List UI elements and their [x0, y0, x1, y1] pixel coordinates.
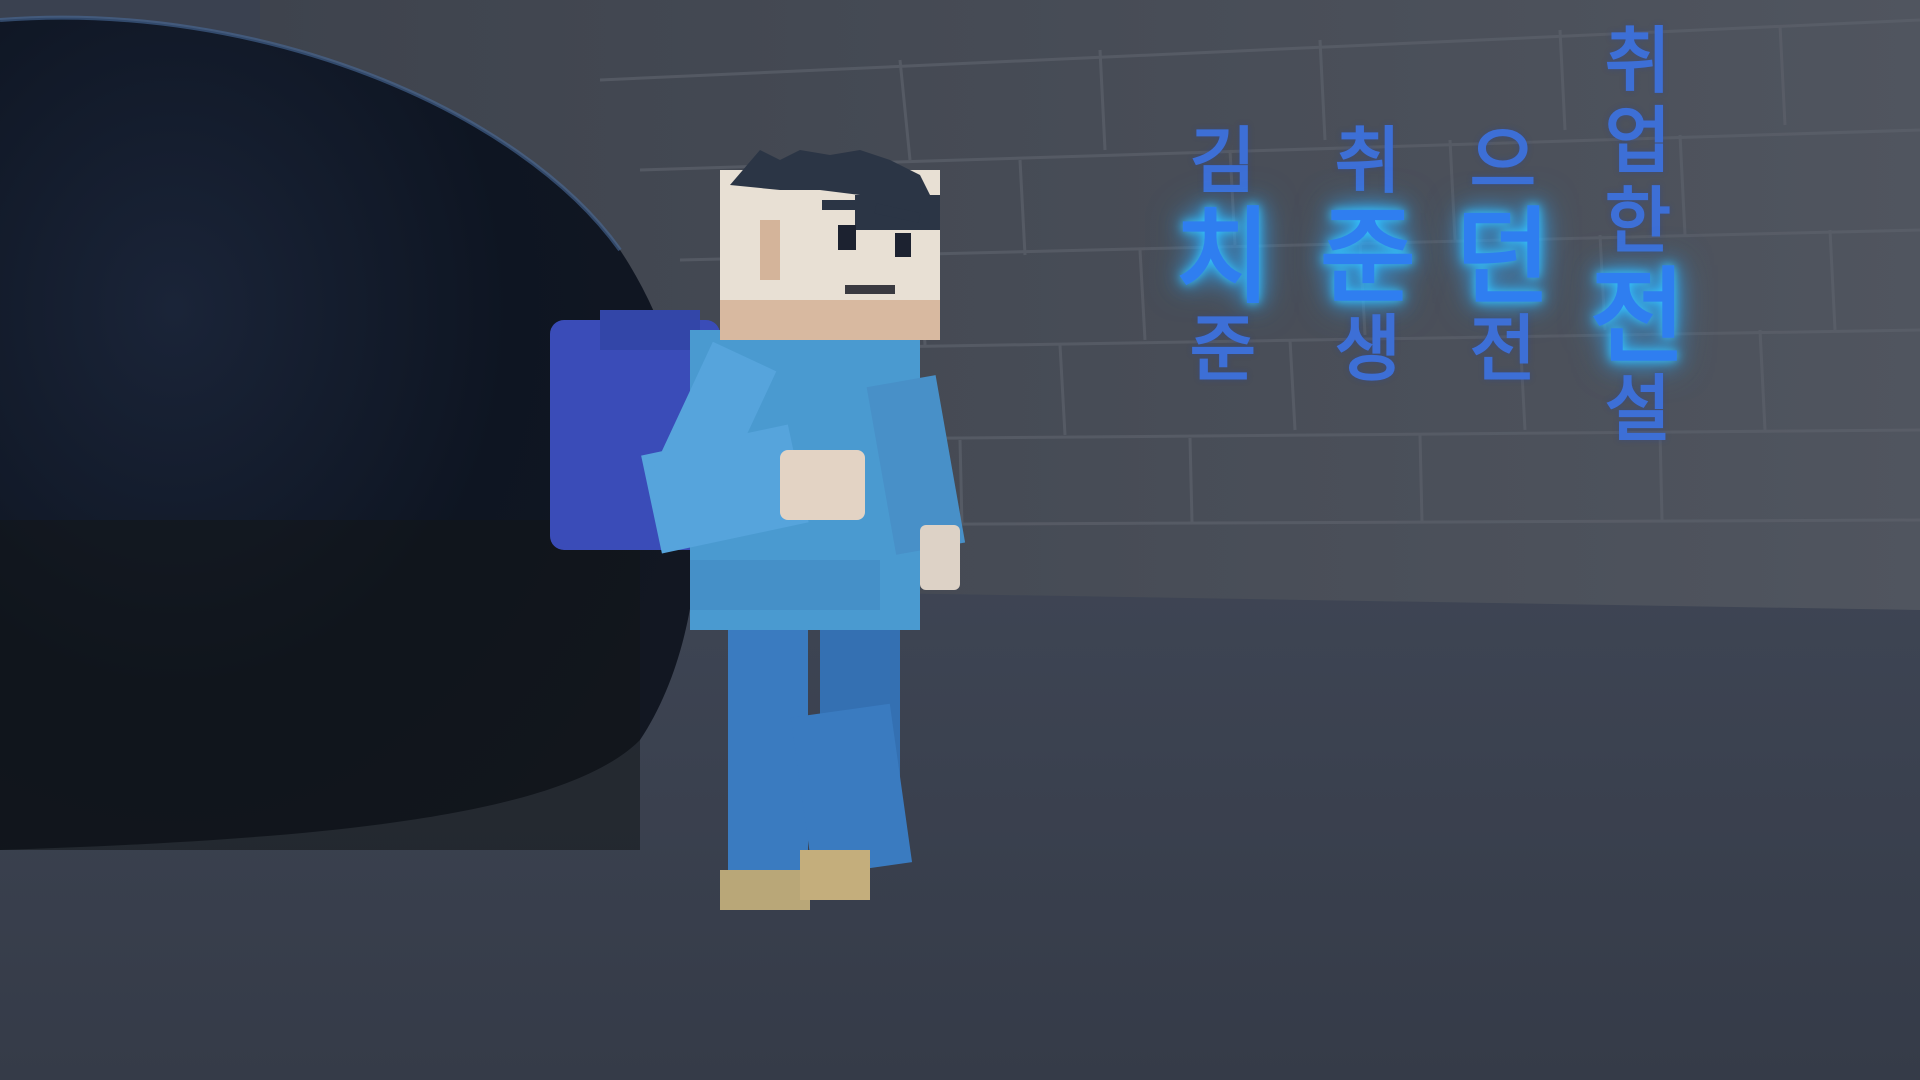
left-hand	[780, 450, 865, 520]
title-column-3: 으던전	[1455, 125, 1551, 393]
left-shoe	[720, 870, 810, 910]
title-char: 준	[1320, 196, 1416, 318]
right-hand	[920, 525, 960, 590]
title-char: 던	[1455, 196, 1551, 318]
title-char: 김	[1189, 119, 1256, 203]
title-char: 전	[1469, 307, 1536, 391]
title-char: 으	[1469, 119, 1536, 203]
title-char: 치	[1175, 196, 1271, 318]
title-char: 업	[1604, 99, 1671, 183]
left-eyebrow	[822, 200, 870, 210]
right-shoe	[800, 850, 870, 900]
game-scene: 김치준취준생으던전취업한전설	[0, 0, 1920, 1080]
mouth	[845, 285, 895, 294]
title-char: 준	[1189, 307, 1256, 391]
title-char: 취	[1604, 19, 1671, 103]
right-eye	[895, 233, 911, 257]
title-char: 생	[1334, 307, 1401, 391]
title-char: 한	[1604, 179, 1671, 263]
title-column-1: 김치준	[1175, 125, 1271, 393]
title-char: 취	[1334, 119, 1401, 203]
title-column-2: 취준생	[1320, 125, 1416, 393]
title-column-4: 취업한전설	[1590, 25, 1686, 453]
title-char: 전	[1590, 256, 1686, 378]
left-eye	[838, 225, 856, 250]
title-char: 설	[1604, 367, 1671, 451]
